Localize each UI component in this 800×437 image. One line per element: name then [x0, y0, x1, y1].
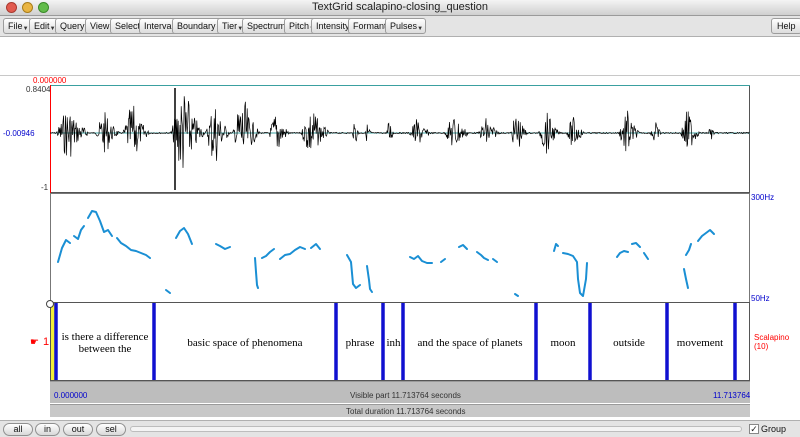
zoom-selection-button[interactable]: sel [96, 423, 126, 436]
interval-text[interactable]: basic space of phenomena [156, 337, 334, 349]
interval-text[interactable]: inh [385, 337, 402, 349]
interval-text[interactable]: moon [538, 337, 588, 349]
interval-text[interactable]: movement [669, 337, 731, 349]
visible-part-label: Visible part 11.713764 seconds [350, 391, 461, 400]
total-duration-label: Total duration 11.713764 seconds [346, 407, 466, 416]
horizontal-scrollbar[interactable] [130, 426, 742, 432]
group-checkbox[interactable]: ✓ [749, 424, 759, 434]
interval-text[interactable]: outside [592, 337, 666, 349]
visible-part-bar[interactable]: 0.000000 Visible part 11.713764 seconds … [50, 381, 750, 403]
end-time-label: 11.713764 [713, 391, 751, 400]
zoom-in-button[interactable]: in [35, 423, 60, 436]
tier-circle-handle[interactable] [46, 300, 54, 308]
group-label: Group [761, 424, 787, 434]
total-duration-bar[interactable]: Total duration 11.713764 seconds [50, 404, 750, 417]
zoom-out-button[interactable]: out [63, 423, 93, 436]
start-time-label: 0.000000 [54, 391, 88, 400]
bottom-bar: all in out sel ✓ Group [0, 420, 800, 437]
pitch-panel[interactable] [50, 193, 750, 303]
interval-text[interactable]: phrase [338, 337, 382, 349]
zoom-all-button[interactable]: all [3, 423, 33, 436]
signal-panels [46, 85, 750, 381]
interval-text[interactable]: is there a difference between the [56, 331, 154, 355]
waveform-panel[interactable] [50, 85, 750, 193]
interval-text[interactable]: and the space of planets [406, 337, 534, 349]
